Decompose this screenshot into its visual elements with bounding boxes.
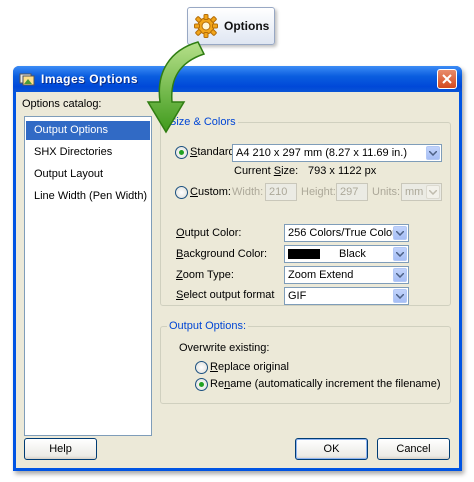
dialog-body: Options catalog: Output Options SHX Dire… [16, 92, 459, 468]
zoom-type-value: Zoom Extend [288, 269, 354, 281]
options-catalog-list[interactable]: Output Options SHX Directories Output La… [24, 116, 152, 436]
chevron-down-icon [396, 272, 404, 278]
images-options-dialog: Images Options Options catalog: Output O… [13, 66, 462, 471]
current-size-label: Current Size: [234, 165, 299, 177]
height-label: Height: [301, 186, 336, 198]
standard-size-dropdown[interactable]: A4 210 x 297 mm (8.27 x 11.69 in.) [232, 144, 442, 162]
units-value: mm [405, 186, 424, 198]
help-button-label: Help [49, 443, 72, 455]
size-colors-legend: Size & Colors [167, 116, 238, 128]
zoom-type-label: Zoom Type: [176, 269, 234, 281]
background-color-dropdown[interactable]: Black [284, 245, 409, 263]
options-callout[interactable]: Options [187, 7, 275, 45]
ok-button-label: OK [323, 443, 340, 455]
overwrite-label: Overwrite existing: [179, 342, 270, 354]
callout-label: Options [224, 19, 270, 33]
dropdown-arrow[interactable] [426, 185, 440, 199]
width-label: Width: [232, 186, 264, 198]
title-bar: Images Options [13, 66, 462, 92]
catalog-label: Options catalog: [22, 98, 102, 110]
rename-radio[interactable] [195, 378, 208, 391]
output-format-label: Select output format [176, 289, 275, 301]
width-input[interactable]: 210 [265, 183, 297, 201]
output-color-label: Output Color: [176, 227, 242, 239]
ok-button[interactable]: OK [295, 438, 368, 460]
dropdown-arrow[interactable] [393, 247, 407, 261]
close-button[interactable] [437, 69, 457, 89]
chevron-down-icon [429, 189, 437, 195]
background-color-value: Black [339, 248, 366, 260]
size-colors-group: Size & Colors Standard: A4 210 x 297 mm … [160, 116, 451, 306]
catalog-item-label: Line Width (Pen Width) [34, 190, 148, 202]
background-color-label: Background Color: [176, 248, 268, 260]
help-button[interactable]: Help [24, 438, 97, 460]
gear-icon [194, 14, 218, 38]
chevron-down-icon [429, 150, 437, 156]
replace-original-radio[interactable] [195, 361, 208, 374]
custom-label: Custom: [190, 186, 231, 198]
chevron-down-icon [396, 293, 404, 299]
close-icon [442, 74, 452, 84]
custom-radio[interactable] [175, 186, 188, 199]
output-options-legend: Output Options: [167, 320, 249, 332]
height-input[interactable]: 297 [336, 183, 368, 201]
dropdown-arrow[interactable] [393, 226, 407, 240]
standard-label: Standard: [190, 146, 238, 158]
units-label: Units: [372, 186, 401, 198]
rename-label: Rename (automatically increment the file… [210, 378, 441, 390]
zoom-type-dropdown[interactable]: Zoom Extend [284, 266, 409, 284]
output-color-value: 256 Colors/True Colors [288, 227, 402, 239]
catalog-item-label: SHX Directories [34, 146, 113, 158]
images-app-icon [19, 73, 35, 86]
units-dropdown[interactable]: mm [401, 183, 442, 201]
catalog-item-label: Output Layout [34, 168, 104, 180]
replace-original-label: Replace original [210, 361, 289, 373]
cancel-button-label: Cancel [396, 443, 431, 455]
catalog-item-output-layout[interactable]: Output Layout [26, 165, 150, 184]
cancel-button[interactable]: Cancel [377, 438, 450, 460]
catalog-item-shx-directories[interactable]: SHX Directories [26, 143, 150, 162]
background-color-swatch [288, 249, 320, 259]
output-color-dropdown[interactable]: 256 Colors/True Colors [284, 224, 409, 242]
current-size-value: 793 x 1122 px [308, 165, 377, 177]
standard-radio[interactable] [175, 146, 188, 159]
output-options-group: Output Options: Overwrite existing: Repl… [160, 320, 451, 404]
chevron-down-icon [396, 251, 404, 257]
catalog-item-label: Output Options [34, 124, 108, 136]
dropdown-arrow[interactable] [393, 289, 407, 303]
catalog-item-output-options[interactable]: Output Options [26, 121, 150, 140]
output-format-value: GIF [288, 290, 307, 302]
window-title: Images Options [41, 72, 139, 86]
catalog-item-line-width[interactable]: Line Width (Pen Width) [26, 187, 150, 206]
dropdown-arrow[interactable] [393, 268, 407, 282]
chevron-down-icon [396, 230, 404, 236]
dropdown-arrow[interactable] [426, 146, 440, 160]
output-format-dropdown[interactable]: GIF [284, 287, 409, 305]
standard-size-value: A4 210 x 297 mm (8.27 x 11.69 in.) [236, 147, 407, 159]
